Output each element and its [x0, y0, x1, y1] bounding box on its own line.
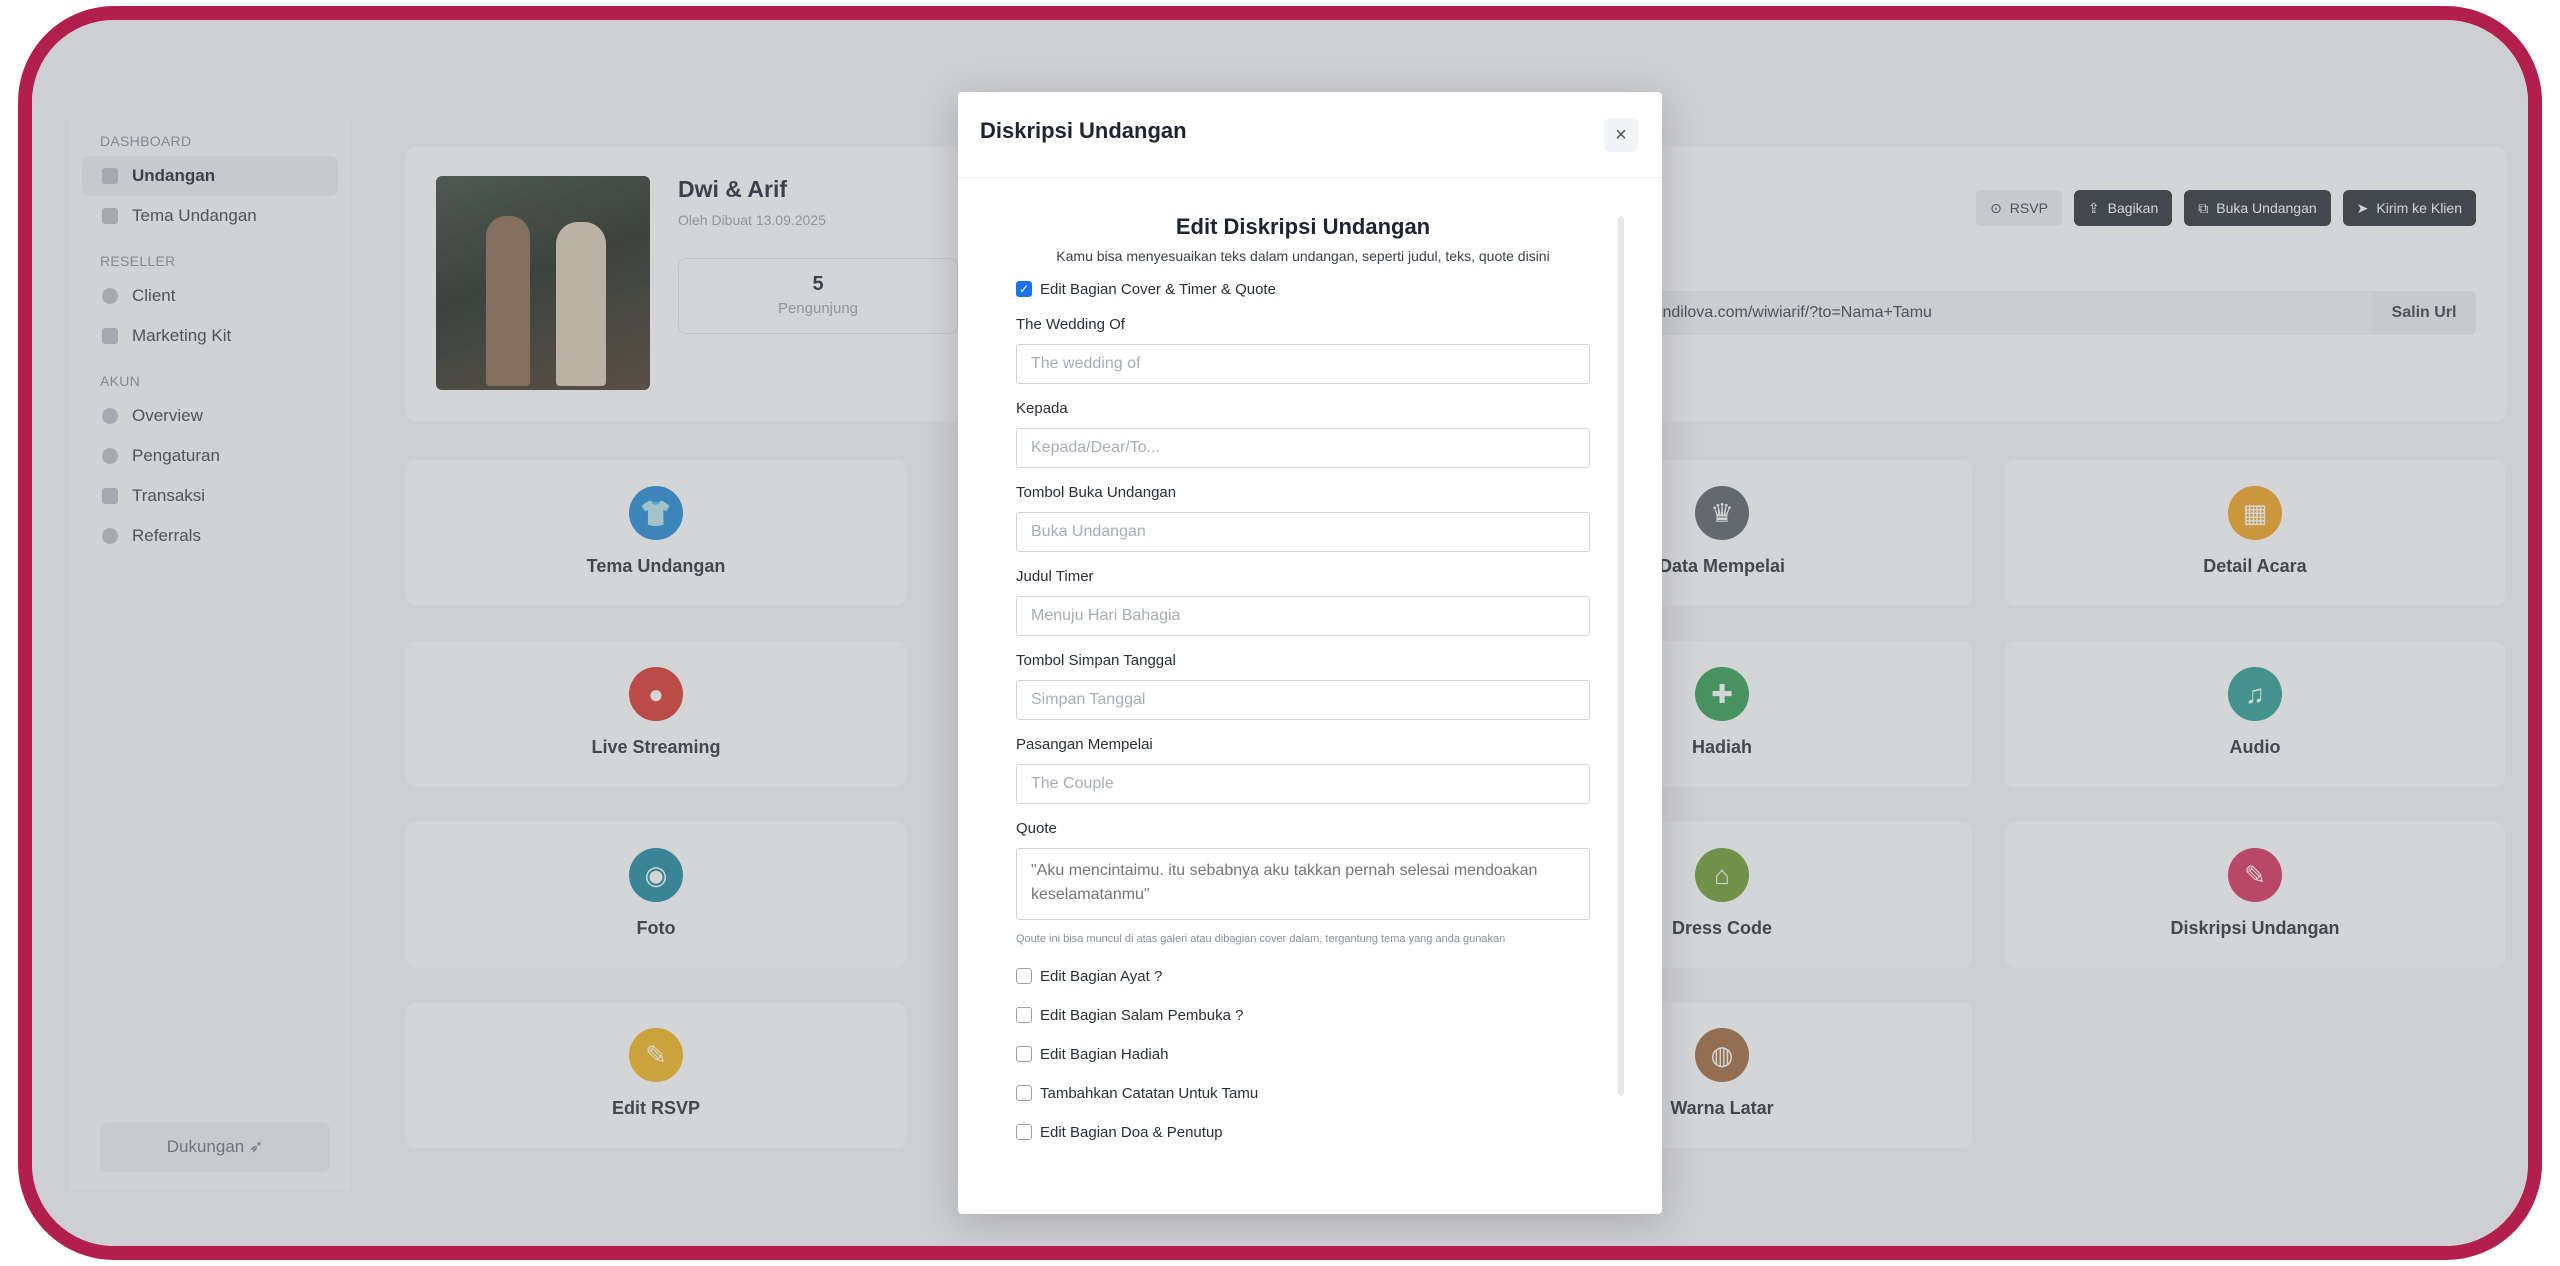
modal-title: Diskripsi Undangan: [980, 118, 1187, 143]
modal-body: Edit Diskripsi Undangan Kamu bisa menyes…: [958, 178, 1662, 1214]
catatan-checkbox[interactable]: [1016, 1085, 1032, 1101]
kepada-label: Kepada: [1016, 400, 1068, 417]
doa-checkbox[interactable]: [1016, 1124, 1032, 1140]
save-date-label: Tombol Simpan Tanggal: [1016, 652, 1176, 669]
hadiah-row[interactable]: Edit Bagian Hadiah: [1016, 1043, 1590, 1065]
description-modal: Diskripsi Undangan × Edit Diskripsi Unda…: [958, 92, 1662, 1214]
timer-title-input[interactable]: [1016, 596, 1590, 636]
catatan-row[interactable]: Tambahkan Catatan Untuk Tamu: [1016, 1082, 1590, 1104]
salam-label: Edit Bagian Salam Pembuka ?: [1040, 1006, 1244, 1024]
quote-hint: Qoute ini bisa muncul di atas galeri ata…: [1016, 933, 1506, 945]
device-frame: DASHBOARD Undangan Tema Undangan RESELLE…: [18, 6, 2542, 1260]
couple-label: Pasangan Mempelai: [1016, 736, 1153, 753]
doa-label: Edit Bagian Doa & Penutup: [1040, 1123, 1223, 1141]
wedding-of-label: The Wedding Of: [1016, 316, 1125, 333]
cover-toggle-row[interactable]: ✓ Edit Bagian Cover & Timer & Quote: [1016, 278, 1590, 300]
catatan-label: Tambahkan Catatan Untuk Tamu: [1040, 1084, 1259, 1102]
ayat-checkbox[interactable]: [1016, 968, 1032, 984]
close-icon: ×: [1615, 124, 1627, 146]
doa-row[interactable]: Edit Bagian Doa & Penutup: [1016, 1121, 1590, 1143]
cover-toggle-label: Edit Bagian Cover & Timer & Quote: [1040, 280, 1276, 298]
ayat-row[interactable]: Edit Bagian Ayat ?: [1016, 965, 1590, 987]
open-button-label: Tombol Buka Undangan: [1016, 484, 1177, 501]
hadiah-label: Edit Bagian Hadiah: [1040, 1045, 1169, 1063]
salam-row[interactable]: Edit Bagian Salam Pembuka ?: [1016, 1004, 1590, 1026]
quote-textarea[interactable]: [1016, 848, 1590, 920]
modal-header: Diskripsi Undangan ×: [958, 92, 1662, 178]
quote-label: Quote: [1016, 820, 1057, 837]
save-date-input[interactable]: [1016, 680, 1590, 720]
close-button[interactable]: ×: [1604, 118, 1638, 152]
timer-title-label: Judul Timer: [1016, 568, 1094, 585]
couple-input[interactable]: [1016, 764, 1590, 804]
form-subheading: Kamu bisa menyesuaikan teks dalam undang…: [1056, 248, 1550, 264]
app-background: DASHBOARD Undangan Tema Undangan RESELLE…: [32, 20, 2528, 1246]
form-heading: Edit Diskripsi Undangan: [1175, 214, 1431, 239]
cover-checkbox[interactable]: ✓: [1016, 281, 1032, 297]
open-button-input[interactable]: [1016, 512, 1590, 552]
hadiah-checkbox[interactable]: [1016, 1046, 1032, 1062]
kepada-input[interactable]: [1016, 428, 1590, 468]
salam-checkbox[interactable]: [1016, 1007, 1032, 1023]
modal-scrollbar[interactable]: [1618, 216, 1624, 1096]
modal-form: Edit Diskripsi Undangan Kamu bisa menyes…: [1016, 178, 1590, 1143]
ayat-label: Edit Bagian Ayat ?: [1040, 967, 1163, 985]
wedding-of-input[interactable]: [1016, 344, 1590, 384]
